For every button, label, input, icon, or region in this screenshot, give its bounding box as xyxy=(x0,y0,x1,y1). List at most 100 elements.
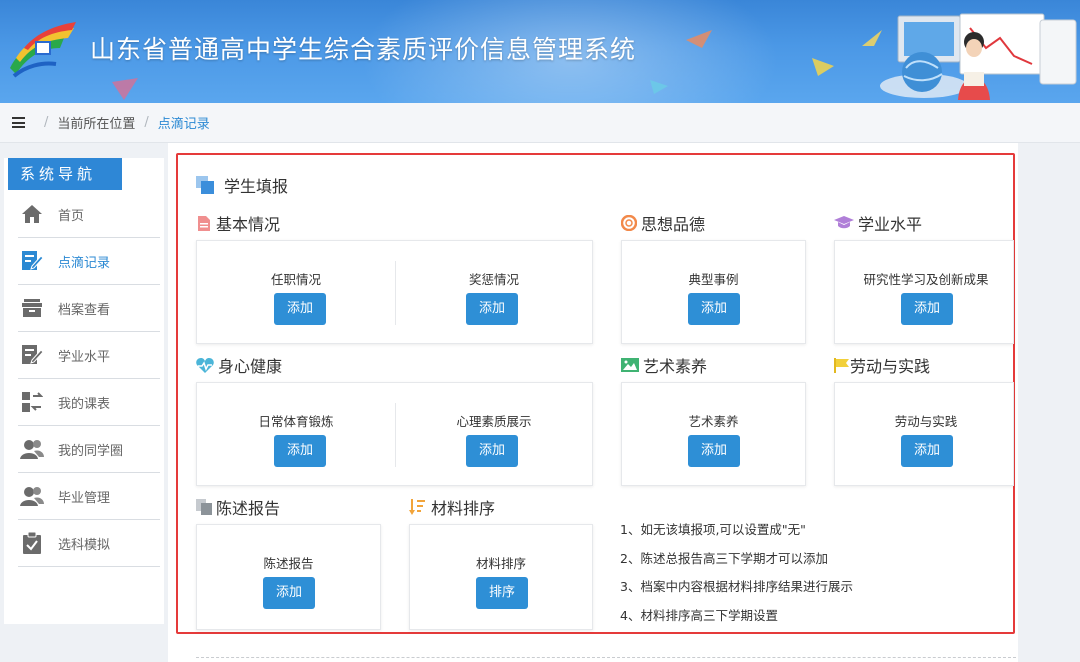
add-report-button[interactable]: 添加 xyxy=(263,577,315,609)
sidebar-item-label: 毕业管理 xyxy=(58,490,111,506)
section-basic-title: 基本情况 xyxy=(196,211,280,235)
sidebar-item-label: 我的同学圈 xyxy=(58,443,124,459)
sidebar-item-label: 档案查看 xyxy=(58,302,111,318)
menu-icon[interactable] xyxy=(12,117,25,128)
panel-title-text: 学生填报 xyxy=(224,177,289,196)
panel-title: 学生填报 xyxy=(196,173,288,197)
sidebar-item-home[interactable]: 首页 xyxy=(18,191,160,238)
sidebar-item-subject-simulation[interactable]: 选科模拟 xyxy=(18,520,160,567)
item-label: 心理素质展示 xyxy=(456,414,532,429)
item-label: 材料排序 xyxy=(475,556,526,571)
edit-icon xyxy=(20,343,44,367)
item-label: 奖惩情况 xyxy=(468,272,519,287)
home-icon xyxy=(20,202,44,226)
sidebar-heading: 系统导航 xyxy=(8,158,122,190)
breadcrumb-current[interactable]: 点滴记录 xyxy=(158,113,210,132)
breadcrumb-location-label: 当前所在位置 xyxy=(57,117,136,132)
section-report-card: 陈述报告 添加 xyxy=(196,524,381,630)
item-cell: 心理素质展示 添加 xyxy=(396,383,592,485)
section-basic-card: 任职情况 添加 奖惩情况 添加 xyxy=(196,240,593,344)
graduation-icon xyxy=(20,484,44,508)
add-exercise-button[interactable]: 添加 xyxy=(274,435,326,467)
item-cell: 陈述报告 添加 xyxy=(197,525,380,629)
section-health-card: 日常体育锻炼 添加 心理素质展示 添加 xyxy=(196,382,593,486)
divider xyxy=(196,657,1016,658)
archive-icon xyxy=(20,296,44,320)
add-typical-case-button[interactable]: 添加 xyxy=(688,293,740,325)
document-icon xyxy=(196,215,212,231)
sidebar-item-label: 我的课表 xyxy=(58,396,111,412)
item-label: 任职情况 xyxy=(270,272,321,287)
note-item: 1、如无该填报项,可以设置成"无" xyxy=(620,522,806,537)
sidebar-item-label: 点滴记录 xyxy=(58,255,111,271)
add-research-button[interactable]: 添加 xyxy=(901,293,953,325)
item-label: 艺术素养 xyxy=(688,414,739,429)
item-cell: 研究性学习及创新成果 添加 xyxy=(835,241,1017,343)
note-item: 3、档案中内容根据材料排序结果进行展示 xyxy=(620,579,853,594)
add-reward-button[interactable]: 添加 xyxy=(466,293,518,325)
section-title-text: 学业水平 xyxy=(858,215,923,234)
paper-plane-icon xyxy=(650,80,668,94)
note-item: 2、陈述总报告高三下学期才可以添加 xyxy=(620,550,828,566)
item-label: 陈述报告 xyxy=(263,556,314,571)
item-cell: 劳动与实践 添加 xyxy=(835,383,1017,485)
sidebar-item-classmates[interactable]: 我的同学圈 xyxy=(18,426,160,473)
paper-plane-icon xyxy=(686,30,712,48)
item-cell: 日常体育锻炼 添加 xyxy=(197,383,395,485)
copy-icon xyxy=(196,499,212,515)
sidebar-item-label: 选科模拟 xyxy=(58,537,111,553)
section-title-text: 身心健康 xyxy=(218,357,283,376)
section-labor-card: 劳动与实践 添加 xyxy=(834,382,1014,486)
section-art-title: 艺术素养 xyxy=(621,353,707,377)
section-morality-card: 典型事例 添加 xyxy=(621,240,806,344)
item-cell: 艺术素养 添加 xyxy=(622,383,805,485)
lifebuoy-icon xyxy=(621,215,637,231)
section-health-title: 身心健康 xyxy=(196,353,282,377)
section-title-text: 材料排序 xyxy=(431,499,496,518)
logo-icon xyxy=(10,22,76,78)
timetable-icon xyxy=(20,390,44,414)
add-psychology-button[interactable]: 添加 xyxy=(466,435,518,467)
item-cell: 典型事例 添加 xyxy=(622,241,805,343)
sidebar-item-records[interactable]: 点滴记录 xyxy=(18,238,160,285)
paper-plane-icon xyxy=(112,78,138,100)
sidebar-item-archive[interactable]: 档案查看 xyxy=(18,285,160,332)
item-label: 典型事例 xyxy=(688,272,739,287)
add-labor-button[interactable]: 添加 xyxy=(901,435,953,467)
section-academic-card: 研究性学习及创新成果 添加 xyxy=(834,240,1014,344)
breadcrumb-separator: / xyxy=(44,115,49,130)
section-title-text: 劳动与实践 xyxy=(850,357,931,376)
sidebar-item-label: 首页 xyxy=(58,208,85,224)
section-title-text: 陈述报告 xyxy=(216,499,281,518)
sidebar-item-timetable[interactable]: 我的课表 xyxy=(18,379,160,426)
item-cell: 奖惩情况 添加 xyxy=(396,241,592,343)
section-sort-card: 材料排序 排序 xyxy=(409,524,593,630)
sort-materials-button[interactable]: 排序 xyxy=(476,577,528,609)
sidebar-item-graduation[interactable]: 毕业管理 xyxy=(18,473,160,520)
section-sort-title: 材料排序 xyxy=(409,495,495,519)
header-illustration xyxy=(880,13,1077,100)
section-title-text: 思想品德 xyxy=(641,215,706,234)
section-title-text: 基本情况 xyxy=(216,215,281,234)
section-morality-title: 思想品德 xyxy=(621,211,705,235)
section-labor-title: 劳动与实践 xyxy=(834,353,930,377)
checklist-icon xyxy=(20,531,44,555)
edit-record-icon xyxy=(20,249,44,273)
sort-icon xyxy=(409,499,425,515)
flag-icon xyxy=(834,357,850,373)
app-header: 山东省普通高中学生综合素质评价信息管理系统 xyxy=(0,0,1080,103)
breadcrumb: / 当前所在位置 / 点滴记录 xyxy=(0,103,1080,143)
add-position-button[interactable]: 添加 xyxy=(274,293,326,325)
paper-plane-icon xyxy=(812,58,834,76)
note-item: 4、材料排序高三下学期设置 xyxy=(620,607,778,623)
classmates-icon xyxy=(20,437,44,461)
picture-icon xyxy=(621,357,639,373)
section-report-title: 陈述报告 xyxy=(196,495,280,519)
item-label: 日常体育锻炼 xyxy=(258,414,334,429)
sidebar-item-academic[interactable]: 学业水平 xyxy=(18,332,160,379)
item-label: 劳动与实践 xyxy=(894,414,958,429)
heartbeat-icon xyxy=(196,357,214,373)
breadcrumb-separator: / xyxy=(144,115,149,130)
add-art-button[interactable]: 添加 xyxy=(688,435,740,467)
graduation-cap-icon xyxy=(834,215,854,231)
